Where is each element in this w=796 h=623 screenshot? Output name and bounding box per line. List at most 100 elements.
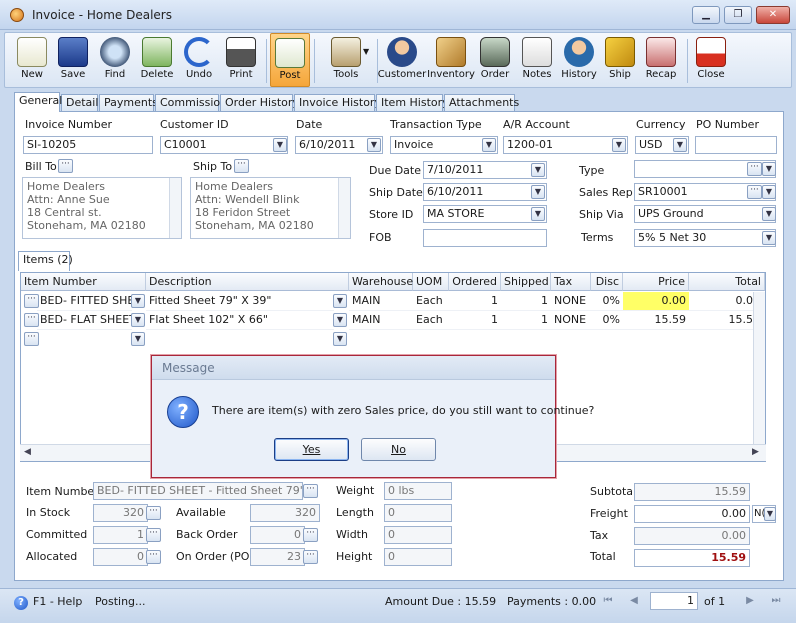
last-record-icon[interactable]: ⏭ (768, 594, 784, 608)
ship-date-field[interactable]: 6/10/2011 (423, 183, 547, 201)
yes-button[interactable]: Yes (274, 438, 349, 461)
type-dropdown-icon[interactable]: ▼ (762, 162, 776, 176)
ordered-cell[interactable]: 1 (449, 292, 501, 311)
column-header[interactable]: Disc (591, 273, 623, 291)
sales-rep-lookup-button[interactable]: ··· (747, 185, 762, 199)
ship-date-dropdown-icon[interactable]: ▼ (531, 185, 545, 199)
description-cell[interactable]: Flat Sheet 102" X 66" (146, 311, 334, 330)
description-dropdown-icon[interactable]: ▼ (333, 294, 347, 308)
tax-field[interactable]: 0.00 (634, 527, 750, 545)
minimize-button[interactable]: ▁ (692, 6, 720, 24)
price-cell[interactable]: 15.59 (623, 311, 689, 330)
item-number-cell[interactable]: BED- FLAT SHEET (37, 311, 132, 330)
in-stock-lookup-button[interactable]: ··· (146, 506, 161, 520)
inventory-button[interactable]: Inventory (427, 33, 475, 87)
new-row-lookup-button[interactable]: ··· (24, 332, 39, 346)
ship-to-address[interactable]: Home Dealers Attn: Wendell Blink 18 Feri… (190, 177, 351, 239)
committed-lookup-button[interactable]: ··· (146, 528, 161, 542)
item-number-cell[interactable]: BED- FITTED SHEET (37, 292, 132, 311)
ar-account-field[interactable]: 1200-01 (503, 136, 628, 154)
help-label[interactable]: F1 - Help (33, 595, 82, 609)
disc-cell[interactable]: 0% (591, 311, 623, 330)
next-record-icon[interactable]: ▶ (742, 594, 758, 608)
ordered-cell[interactable]: 1 (449, 311, 501, 330)
back-order-field[interactable]: 0 (250, 526, 305, 544)
back-order-lookup-button[interactable]: ··· (303, 528, 318, 542)
new-button[interactable]: New (9, 33, 55, 87)
column-header[interactable]: Price (623, 273, 689, 291)
width-field[interactable]: 0 (384, 526, 452, 544)
column-header[interactable]: Warehouse (349, 273, 413, 291)
column-header[interactable]: Description (146, 273, 349, 291)
item-number-field[interactable]: BED- FITTED SHEET - Fitted Sheet 79" X 3… (93, 482, 303, 500)
customer-id-field[interactable]: C10001 (160, 136, 288, 154)
currency-dropdown-icon[interactable]: ▼ (673, 138, 687, 152)
total-cell[interactable]: 15.59 (689, 311, 763, 330)
sales-rep-dropdown-icon[interactable]: ▼ (762, 185, 776, 199)
tax-cell[interactable]: NONE (551, 311, 591, 330)
no-button[interactable]: No (361, 438, 436, 461)
tab-attachments[interactable]: Attachments (444, 94, 519, 112)
warehouse-cell[interactable]: MAIN (349, 311, 413, 330)
bill-to-scrollbar[interactable] (169, 178, 181, 238)
date-dropdown-icon[interactable]: ▼ (367, 138, 381, 152)
freight-code-dropdown-icon[interactable]: ▼ (764, 507, 776, 521)
help-icon[interactable]: ? (14, 596, 28, 610)
fob-field[interactable] (423, 229, 547, 247)
uom-cell[interactable]: Each (413, 311, 449, 330)
recap-button[interactable]: Recap (639, 33, 683, 87)
customer-button[interactable]: Customer (377, 33, 427, 87)
weight-field[interactable]: 0 lbs (384, 482, 452, 500)
po-number-field[interactable] (695, 136, 777, 154)
bill-to-lookup-button[interactable]: ··· (58, 159, 73, 173)
tax-cell[interactable]: NONE (551, 292, 591, 311)
order-button[interactable]: Order (473, 33, 517, 87)
terms-dropdown-icon[interactable]: ▼ (762, 231, 776, 245)
column-header[interactable]: Ordered (449, 273, 501, 291)
tools-dropdown-icon[interactable]: ▼ (363, 47, 369, 56)
customer-id-dropdown-icon[interactable]: ▼ (273, 138, 287, 152)
in-stock-field[interactable]: 320 (93, 504, 148, 522)
store-id-dropdown-icon[interactable]: ▼ (531, 207, 545, 221)
scroll-right-icon[interactable]: ▶ (752, 447, 759, 457)
price-cell-highlighted[interactable]: 0.00 (623, 292, 689, 311)
item-dropdown-icon[interactable]: ▼ (131, 294, 145, 308)
tab-items[interactable]: Items (2) (18, 251, 73, 271)
save-button[interactable]: Save (51, 33, 95, 87)
freight-field[interactable]: 0.00 (634, 505, 750, 523)
column-header[interactable]: Shipped (501, 273, 551, 291)
tab-commission[interactable]: Commission (155, 94, 227, 112)
description-dropdown-icon[interactable]: ▼ (333, 313, 347, 327)
on-order-lookup-button[interactable]: ··· (303, 550, 318, 564)
tab-invoice-history[interactable]: Invoice History (294, 94, 381, 112)
type-lookup-button[interactable]: ··· (747, 162, 762, 176)
allocated-lookup-button[interactable]: ··· (146, 550, 161, 564)
item-dropdown-icon[interactable]: ▼ (131, 313, 145, 327)
print-button[interactable]: Print (219, 33, 263, 87)
column-header[interactable]: Total (689, 273, 765, 291)
post-button[interactable]: Post (270, 33, 310, 87)
undo-button[interactable]: Undo (177, 33, 221, 87)
store-id-field[interactable]: MA STORE (423, 205, 547, 223)
committed-field[interactable]: 1 (93, 526, 148, 544)
first-record-icon[interactable]: ⏮ (600, 594, 616, 608)
grid-vertical-scrollbar[interactable] (753, 292, 765, 444)
description-cell[interactable]: Fitted Sheet 79" X 39" (146, 292, 334, 311)
close-button[interactable]: Close (689, 33, 733, 87)
tab-payments[interactable]: Payments (99, 94, 158, 112)
window-close-button[interactable]: ✕ (756, 6, 790, 24)
previous-record-icon[interactable]: ◀ (626, 594, 642, 608)
shipped-cell[interactable]: 1 (501, 292, 551, 311)
shipped-cell[interactable]: 1 (501, 311, 551, 330)
warehouse-cell[interactable]: MAIN (349, 292, 413, 311)
length-field[interactable]: 0 (384, 504, 452, 522)
column-header[interactable]: UOM (413, 273, 449, 291)
column-header[interactable]: Item Number (21, 273, 146, 291)
uom-cell[interactable]: Each (413, 292, 449, 311)
due-date-field[interactable]: 7/10/2011 (423, 161, 547, 179)
ar-account-dropdown-icon[interactable]: ▼ (612, 138, 626, 152)
tools-button[interactable]: Tools (317, 33, 375, 87)
tab-item-history[interactable]: Item History (376, 94, 449, 112)
on-order-field[interactable]: 23 (250, 548, 305, 566)
tab-detail[interactable]: Detail (61, 94, 98, 112)
